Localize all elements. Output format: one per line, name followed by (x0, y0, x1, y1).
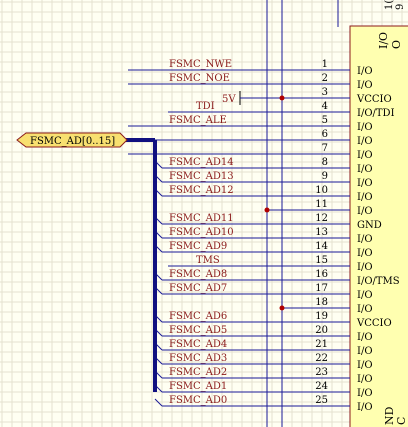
top-right-text-2: 9 (395, 4, 406, 10)
pin-number: 25 (315, 395, 328, 406)
net-label: FSMC_AD1 (169, 381, 227, 392)
pin-label: VCCIO (356, 94, 392, 105)
component-header-col2: O (390, 40, 403, 49)
pin-row[interactable]: FSMC_AD0 25 I/O (154, 395, 373, 413)
net-label: TDI (196, 101, 215, 112)
pin-number: 20 (315, 325, 328, 336)
net-label: FSMC_AD8 (169, 269, 227, 280)
power-label: 5V (222, 94, 236, 105)
pin-label: I/O (357, 234, 373, 245)
net-label: FSMC_AD9 (169, 241, 227, 252)
net-label: FSMC_AD4 (169, 339, 227, 350)
pin-label: I/O (357, 150, 373, 161)
pin-label: I/O (357, 360, 373, 371)
pin-number: 4 (322, 101, 328, 112)
pin-number: 23 (315, 367, 328, 378)
pin-number: 17 (315, 283, 328, 294)
pin-label: I/O (357, 290, 373, 301)
pin-row[interactable]: FSMC_ALE 5 I/O (128, 115, 373, 133)
junction-vccio-2 (279, 305, 285, 311)
pin-number: 5 (322, 115, 328, 126)
pin-number: 21 (315, 339, 328, 350)
pin-rows: FSMC_NWE 1 I/O FSMC_NOE 2 I/O 3 VCCIO TDI 4 I/O/TD… (128, 59, 400, 413)
pin-number: 6 (322, 129, 328, 140)
pin-label: VCCIO (356, 318, 392, 329)
bus-port[interactable]: FSMC_AD[0..15] (16, 132, 128, 148)
net-label: FSMC_AD10 (169, 227, 234, 238)
pin-label: I/O (357, 332, 373, 343)
pin-label: I/O/TMS (357, 276, 400, 287)
pin-label: I/O (357, 164, 373, 175)
pin-label: I/O (357, 304, 373, 315)
net-label: FSMC_AD7 (169, 283, 227, 294)
pin-number: 22 (315, 353, 328, 364)
pin-number: 3 (322, 87, 328, 98)
pin-number: 7 (322, 143, 328, 154)
pin-label: I/O (357, 192, 373, 203)
pin-label: I/O (357, 346, 373, 357)
pin-number: 10 (315, 185, 328, 196)
pin-number: 11 (315, 199, 328, 210)
bus (126, 138, 157, 392)
pin-number: 9 (322, 171, 328, 182)
net-label: FSMC_AD0 (169, 395, 227, 406)
net-label: FSMC_AD2 (169, 367, 227, 378)
pin-number: 8 (322, 157, 328, 168)
pin-number: 19 (315, 311, 328, 322)
pin-number: 16 (315, 269, 328, 280)
net-label: FSMC_AD13 (169, 171, 234, 182)
pin-label: I/O (357, 248, 373, 259)
pin-label: I/O (357, 206, 373, 217)
junction-gnd (264, 207, 270, 213)
pin-label: I/O (357, 136, 373, 147)
pin-label: I/O (357, 80, 373, 91)
top-right-text-1: 1( (384, 0, 395, 10)
pin-number: 12 (315, 213, 328, 224)
pin-number: 24 (315, 381, 328, 392)
pin-label: I/O/TDI (357, 108, 395, 119)
pin-number: 14 (315, 241, 328, 252)
pin-label: I/O (357, 402, 373, 413)
pin-label: I/O (357, 122, 373, 133)
pin-label: I/O (357, 388, 373, 399)
pin-label: I/O (357, 262, 373, 273)
net-label: FSMC_NWE (169, 59, 232, 70)
pin-number: 15 (315, 255, 328, 266)
net-label: FSMC_AD6 (169, 311, 227, 322)
net-label: FSMC_AD12 (169, 185, 234, 196)
bus-port-label: FSMC_AD[0..15] (30, 136, 115, 147)
net-label: FSMC_AD14 (169, 157, 234, 168)
pin-label: I/O (357, 374, 373, 385)
component-header-col1: I/O (377, 32, 390, 49)
pin-number: 18 (315, 297, 328, 308)
net-label: TMS (196, 255, 220, 266)
net-label: FSMC_NOE (169, 73, 230, 84)
junction-vccio (279, 95, 285, 101)
net-label: FSMC_ALE (169, 115, 227, 126)
net-label: FSMC_AD11 (169, 213, 234, 224)
pin-number: 2 (322, 73, 328, 84)
pin-row[interactable]: FSMC_AD12 10 I/O (154, 185, 373, 203)
pin-row[interactable]: FSMC_AD9 14 I/O (154, 241, 373, 259)
component-footer-col2: C (395, 417, 408, 425)
pin-label: GND (357, 220, 382, 231)
pin-number: 1 (322, 59, 328, 70)
pin-number: 13 (315, 227, 328, 238)
net-label: FSMC_AD3 (169, 353, 227, 364)
pin-label: I/O (357, 178, 373, 189)
schematic-canvas: I/O O ND C 1( 9 FSMC_NWE 1I/OFSMC_NOE 2I/O… (0, 0, 408, 427)
pin-label: I/O (357, 66, 373, 77)
net-label: FSMC_AD5 (169, 325, 227, 336)
